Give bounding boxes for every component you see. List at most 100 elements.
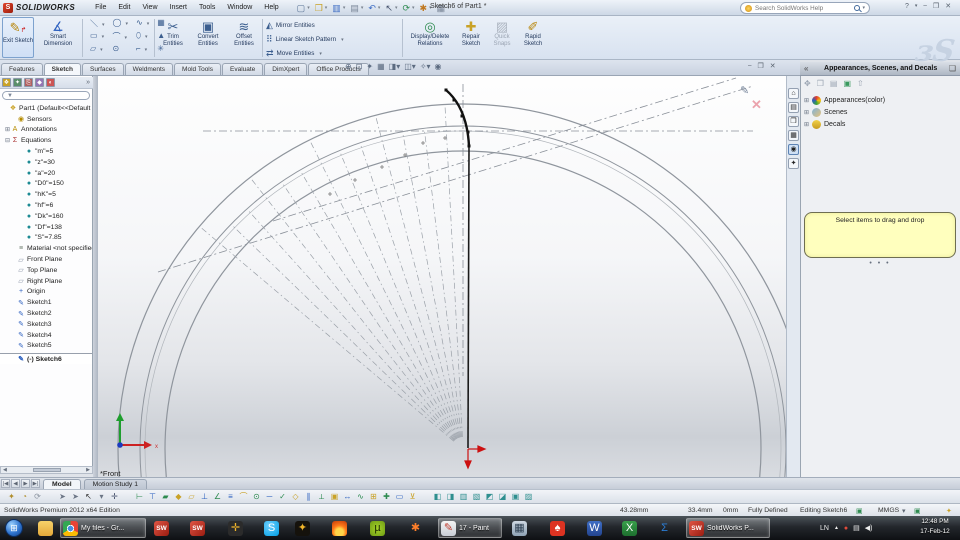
feature-tree-item[interactable]: ⊞ A Annotations — [0, 125, 92, 136]
relation-tool-icon[interactable]: ➤ — [70, 491, 81, 503]
sketch-entity-button[interactable]: ▱ ▾ — [86, 44, 109, 57]
relation-tool-icon[interactable]: ⊙ — [251, 491, 262, 503]
relation-tool-icon[interactable]: ⊤ — [147, 491, 158, 503]
feature-tree-item[interactable]: ● "z"=30 — [0, 157, 92, 168]
sketch-entity-button[interactable]: ∿ ▾ — [132, 18, 153, 31]
quick-tool-icon[interactable]: ↶ — [368, 2, 376, 14]
task-pane-tab-icon[interactable]: ❒ — [788, 116, 799, 127]
model-tab[interactable]: Model — [43, 478, 81, 489]
tree-toggle-icon[interactable]: ⊞ — [4, 126, 11, 133]
relation-tool-icon[interactable]: ≡ — [225, 491, 236, 503]
relation-tool-icon[interactable]: ↖ — [83, 491, 94, 503]
sketch-entity-button[interactable]: ⊙ — [109, 44, 132, 57]
sketch-entity-button[interactable]: ⌐ ▾ — [132, 44, 153, 57]
feature-tree-item[interactable]: ● "a"=20 — [0, 168, 92, 179]
scroll-right-arrow-icon[interactable]: ▶ — [86, 467, 90, 473]
view-tool-icon[interactable]: ✦ — [366, 62, 373, 71]
gear-sketch-canvas[interactable]: x — [98, 76, 786, 477]
relation-tool-icon[interactable]: ▣ — [510, 491, 521, 503]
relation-tool-icon[interactable]: ✛ — [109, 491, 120, 503]
ribbon-tab[interactable]: Weldments — [124, 63, 174, 75]
menu-item[interactable]: Window — [221, 0, 258, 15]
help-search-box[interactable]: ▾ — [740, 2, 870, 14]
tree-toggle-icon[interactable]: ⊞ — [804, 97, 812, 104]
taskbar-app-button[interactable]: W — [585, 518, 607, 538]
dimxpertmanager-tab-icon[interactable]: ◆ — [35, 78, 44, 87]
ribbon-tab[interactable]: Mold Tools — [174, 63, 221, 75]
tag-icon[interactable]: ✦ — [946, 507, 952, 515]
relation-tool-icon[interactable]: ✚ — [381, 491, 392, 503]
view-tool-icon[interactable]: ▦ — [377, 62, 385, 71]
tree-toggle-icon[interactable]: ⊞ — [804, 109, 812, 116]
view-tool-icon[interactable]: ◫▾ — [404, 62, 416, 71]
motion-study-tab[interactable]: Motion Study 1 — [83, 478, 147, 489]
relation-tool-icon[interactable]: ▣ — [329, 491, 340, 503]
propertymanager-tab-icon[interactable]: ✦ — [13, 78, 22, 87]
tab-nav-arrow-icon[interactable]: ▶ — [21, 479, 30, 488]
feature-tree-item[interactable]: ⊟ Σ Equations — [0, 135, 92, 146]
minimize-button[interactable]: ⎯ — [923, 2, 927, 10]
exit-sketch-button[interactable]: ✎↱ Exit Sketch — [2, 17, 34, 58]
menu-item[interactable]: Insert — [164, 0, 194, 15]
feature-tree-item[interactable]: ● "S"=7.85 — [0, 233, 92, 244]
sketch-entity-button[interactable]: ◯ ▾ — [109, 18, 132, 31]
relation-tool-icon[interactable]: ▾ — [96, 491, 107, 503]
sketch-entity-button[interactable]: ⬯ ▾ — [132, 31, 153, 44]
feature-tree-scrollbar[interactable]: ◀ ▶ — [0, 466, 93, 474]
relation-tool-icon[interactable]: ─ — [264, 491, 275, 503]
taskbar-app-button[interactable]: SW — [152, 518, 174, 538]
tree-toggle-icon[interactable]: ⊞ — [804, 121, 812, 128]
scroll-left-arrow-icon[interactable]: ◀ — [3, 467, 7, 473]
appearances-tool-icon[interactable]: ✥ — [804, 79, 811, 88]
panel-resize-handle[interactable]: • • • — [800, 260, 960, 267]
dropdown-arrow-icon[interactable]: ▾ — [395, 5, 398, 11]
units-dropdown-icon[interactable]: ▾ — [902, 507, 905, 515]
convert-entities-button[interactable]: ▣ Convert Entities — [190, 17, 226, 58]
tab-nav-arrow-icon[interactable]: |◀ — [1, 479, 10, 488]
quick-tool-icon[interactable]: ✱ — [420, 2, 428, 14]
display-delete-relations-button[interactable]: ◎ Display/Delete Relations — [406, 17, 454, 58]
feature-tree-item[interactable]: ✎ Sketch4 — [0, 330, 92, 341]
relation-tool-icon[interactable]: ⟂ — [316, 491, 327, 503]
feature-tree-item[interactable]: ✎ (-) Sketch6 — [0, 353, 92, 365]
mirror-entities-button[interactable]: ◭ Mirror Entities — [266, 19, 315, 32]
taskbar-app-button[interactable]: ✎ 17 - Paint — [438, 518, 502, 538]
appearances-tool-icon[interactable]: ▣ — [843, 79, 851, 88]
relation-tool-icon[interactable]: ⊥ — [199, 491, 210, 503]
language-indicator[interactable]: LN — [820, 525, 829, 532]
relation-tool-icon[interactable]: ⌒ — [238, 491, 249, 503]
feature-tree-item[interactable]: ● "Dk"=160 — [0, 211, 92, 222]
dropdown-arrow-icon[interactable]: ▾ — [343, 5, 346, 11]
relation-tool-icon[interactable]: ➤ — [57, 491, 68, 503]
quick-snaps-button[interactable]: ▨ Quick Snaps — [488, 17, 516, 58]
view-tool-icon[interactable]: ⊕ — [345, 62, 352, 71]
relation-tool-icon[interactable]: ∥ — [303, 491, 314, 503]
relation-tool-icon[interactable]: ▨ — [523, 491, 534, 503]
taskbar-app-button[interactable]: My files - Gr... — [60, 518, 146, 538]
feature-tree-item[interactable]: ▱ Top Plane — [0, 265, 92, 276]
appearances-tool-icon[interactable]: ❒ — [817, 79, 824, 88]
menu-item[interactable]: Tools — [193, 0, 221, 15]
relation-tool-icon[interactable]: ◆ — [173, 491, 184, 503]
taskbar-app-button[interactable]: ✛ — [226, 518, 248, 538]
quick-tool-icon[interactable]: ❒ — [315, 2, 323, 14]
taskbar-app-button[interactable] — [330, 518, 352, 538]
featuremanager-tab-icon[interactable]: ❖ — [2, 78, 11, 87]
taskbar-app-button[interactable]: ▦ — [510, 518, 532, 538]
relation-tool-icon[interactable]: ∿ — [355, 491, 366, 503]
relation-tool-icon[interactable]: ▱ — [186, 491, 197, 503]
taskbar-app-button[interactable]: SW SolidWorks P... — [686, 518, 770, 538]
scrollbar-thumb[interactable] — [32, 468, 61, 472]
relation-tool-icon[interactable]: ▧ — [471, 491, 482, 503]
relation-tool-icon[interactable]: ◇ — [290, 491, 301, 503]
tray-alert-icon[interactable]: ● — [844, 525, 848, 532]
appearances-tool-icon[interactable]: ⇧ — [857, 79, 864, 88]
view-tool-icon[interactable]: ⊡ — [356, 62, 363, 71]
tree-toggle-icon[interactable]: ⊟ — [4, 137, 11, 144]
taskbar-app-button[interactable]: ✱ — [406, 518, 428, 538]
menu-item[interactable]: View — [136, 0, 163, 15]
quick-tool-icon[interactable]: ▥ — [332, 2, 341, 14]
task-pane-tab-icon[interactable]: ▦ — [788, 130, 799, 141]
confirmation-corner-sketch-icon[interactable]: ✎ — [740, 84, 749, 97]
ribbon-tab[interactable]: Features — [1, 63, 43, 75]
